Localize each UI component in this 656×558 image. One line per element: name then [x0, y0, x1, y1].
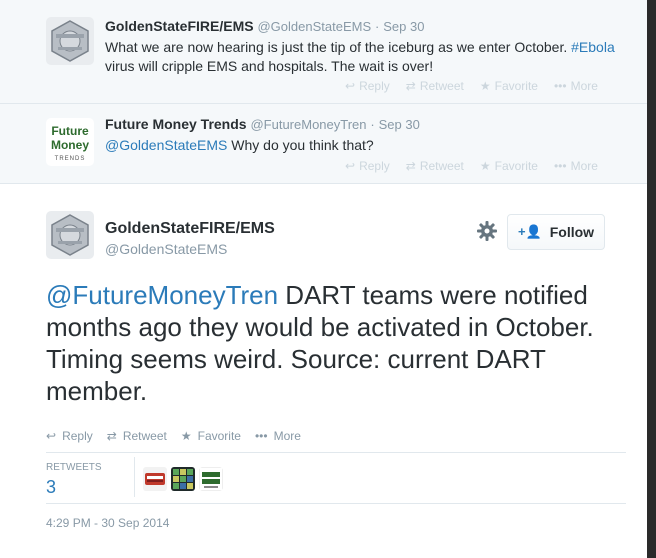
divider	[134, 457, 135, 497]
context-tweet[interactable]: Future Money TRENDS Future Money Trends …	[0, 104, 647, 184]
star-icon: ★	[479, 79, 491, 93]
follow-button[interactable]: +👤 Follow	[507, 214, 605, 250]
avatar-text: TRENDS	[55, 156, 86, 162]
favorite-label: Favorite	[494, 159, 538, 173]
retweet-button[interactable]: ⇄ Retweet	[406, 159, 464, 173]
retweeter-avatars	[143, 467, 227, 491]
context-tweet[interactable]: GoldenStateFIRE/EMS @GoldenStateEMS · Se…	[0, 0, 647, 104]
avatar[interactable]	[46, 17, 94, 65]
tweet-text-part: What we are now hearing is just the tip …	[105, 39, 568, 55]
author-name[interactable]: GoldenStateFIRE/EMS	[105, 220, 275, 238]
more-button[interactable]: ••• More	[255, 429, 301, 443]
author-handle[interactable]: @GoldenStateEMS	[105, 241, 227, 257]
favorite-button[interactable]: ★ Favorite	[480, 79, 538, 93]
author-handle[interactable]: @GoldenStateEMS	[257, 19, 371, 34]
more-label: More	[273, 429, 301, 443]
retweet-icon: ⇄	[405, 159, 416, 173]
tweet-text: @GoldenStateEMS Why do you think that?	[105, 136, 635, 155]
tweet-time[interactable]: Sep 30	[379, 117, 420, 132]
tweet-text: @FutureMoneyTren DART teams were notifie…	[46, 279, 626, 407]
tweet-actions: ↩ Reply ⇄ Retweet ★ Favorite ••• More	[345, 159, 614, 173]
author-name[interactable]: GoldenStateFIRE/EMS	[105, 18, 254, 34]
tweet-text-part: virus will cripple EMS and hospitals. Th…	[105, 58, 434, 74]
more-label: More	[570, 159, 598, 173]
avatar-text: Money	[51, 138, 89, 152]
tweet-detail-panel: GoldenStateFIRE/EMS @GoldenStateEMS · Se…	[0, 0, 647, 558]
reply-label: Reply	[62, 429, 93, 443]
favorite-label: Favorite	[197, 429, 241, 443]
gear-icon[interactable]	[476, 220, 498, 242]
retweet-label: Retweet	[122, 429, 167, 443]
more-button[interactable]: ••• More	[554, 79, 598, 93]
follow-label: Follow	[549, 224, 595, 240]
main-tweet: GoldenStateFIRE/EMS @GoldenStateEMS +👤 F…	[0, 185, 647, 558]
tweet-header: Future Money Trends @FutureMoneyTren · S…	[105, 116, 420, 132]
divider	[46, 503, 626, 504]
more-label: More	[570, 79, 598, 93]
more-icon: •••	[553, 159, 567, 173]
retweet-stats[interactable]: RETWEETS 3	[46, 462, 102, 498]
retweet-button[interactable]: ⇄ Retweet	[107, 429, 167, 443]
mention-link[interactable]: @GoldenStateEMS	[105, 137, 227, 153]
reply-label: Reply	[359, 79, 390, 93]
retweeter-avatar[interactable]	[199, 467, 223, 491]
favorite-button[interactable]: ★ Favorite	[480, 159, 538, 173]
separator: ·	[370, 117, 375, 132]
retweet-label: Retweet	[419, 79, 464, 93]
more-icon: •••	[553, 79, 567, 93]
star-icon: ★	[479, 159, 491, 173]
tweet-actions: ↩ Reply ⇄ Retweet ★ Favorite ••• More	[345, 79, 614, 93]
tweet-text-part: Why do you think that?	[227, 137, 374, 153]
reply-icon: ↩	[345, 159, 356, 173]
more-icon: •••	[254, 429, 268, 443]
reply-button[interactable]: ↩ Reply	[345, 79, 390, 93]
retweet-button[interactable]: ⇄ Retweet	[406, 79, 464, 93]
add-user-icon: +👤	[517, 224, 542, 239]
tweet-time[interactable]: Sep 30	[383, 19, 424, 34]
reply-icon: ↩	[46, 429, 57, 443]
avatar[interactable]: Future Money TRENDS	[46, 118, 94, 166]
avatar-text: Future	[51, 124, 89, 138]
reply-label: Reply	[359, 159, 390, 173]
tweet-text: What we are now hearing is just the tip …	[105, 38, 635, 76]
reply-icon: ↩	[345, 79, 356, 93]
separator: ·	[375, 19, 380, 34]
tweet-header: GoldenStateFIRE/EMS @GoldenStateEMS · Se…	[105, 18, 424, 34]
retweet-label: Retweet	[419, 159, 464, 173]
author-handle[interactable]: @FutureMoneyTren	[250, 117, 366, 132]
avatar[interactable]	[46, 211, 94, 259]
star-icon: ★	[180, 429, 192, 443]
retweeter-avatar[interactable]	[171, 467, 195, 491]
more-button[interactable]: ••• More	[554, 159, 598, 173]
retweet-icon: ⇄	[106, 429, 117, 443]
stat-value: 3	[46, 477, 57, 497]
author-name[interactable]: Future Money Trends	[105, 116, 247, 132]
reply-button[interactable]: ↩ Reply	[345, 159, 390, 173]
tweet-timestamp[interactable]: 4:29 PM - 30 Sep 2014	[46, 516, 169, 530]
retweet-icon: ⇄	[405, 79, 416, 93]
stat-label: RETWEETS	[46, 462, 102, 473]
retweeter-avatar[interactable]	[143, 467, 167, 491]
mention-link[interactable]: @FutureMoneyTren	[46, 280, 278, 310]
hashtag-link[interactable]: #Ebola	[571, 39, 615, 55]
favorite-label: Favorite	[494, 79, 538, 93]
tweet-actions: ↩ Reply ⇄ Retweet ★ Favorite ••• More	[46, 429, 315, 443]
reply-button[interactable]: ↩ Reply	[46, 429, 93, 443]
favorite-button[interactable]: ★ Favorite	[181, 429, 241, 443]
divider	[46, 452, 626, 453]
page-edge	[647, 0, 656, 558]
